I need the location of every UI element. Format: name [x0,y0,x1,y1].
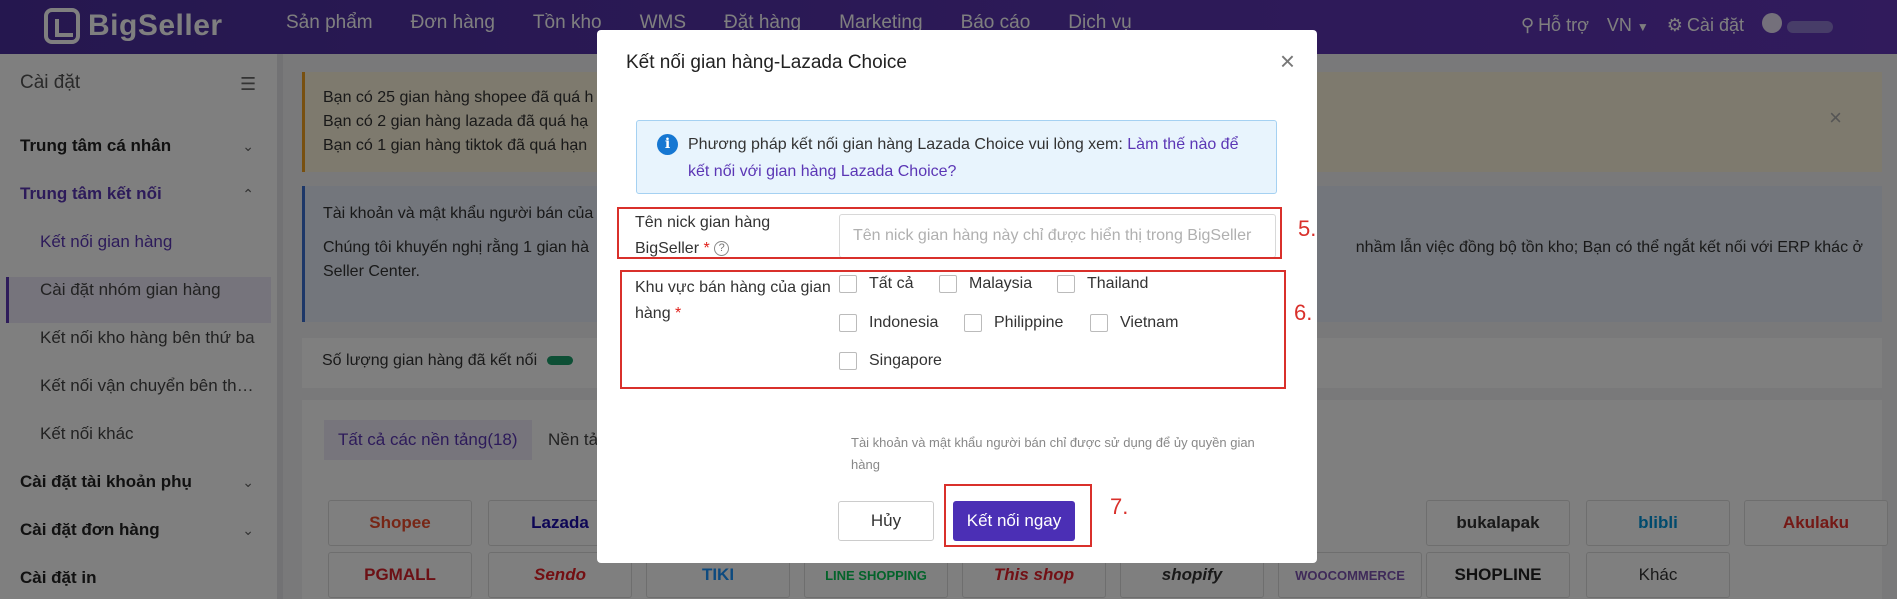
annotation-step-6: 6. [1294,300,1313,325]
annotation-step-7: 7. [1110,494,1129,519]
info-icon: i [657,134,678,155]
connection-guide-info: i Phương pháp kết nối gian hàng Lazada C… [636,120,1277,194]
annotation-box-nickname [617,207,1282,259]
close-icon[interactable]: × [1280,46,1295,77]
cancel-button[interactable]: Hủy [838,501,934,541]
annotation-box-connect [944,484,1092,547]
dialog-title: Kết nối gian hàng-Lazada Choice [626,52,907,73]
authorization-hint: Tài khoản và mật khẩu người bán chỉ được… [851,435,1255,472]
annotation-step-5: 5. [1298,216,1317,241]
annotation-box-region [620,270,1286,389]
